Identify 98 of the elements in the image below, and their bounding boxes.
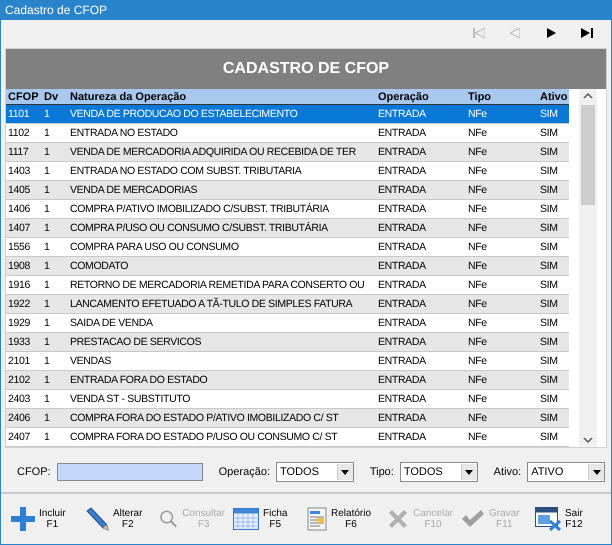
table-cell: SIM (538, 370, 569, 390)
filter-label: CFOP: (17, 466, 51, 478)
table-cell: 2406 (6, 408, 42, 428)
dropdown-arrow-icon[interactable] (592, 470, 600, 474)
table-cell: 1 (42, 142, 68, 162)
table-cell: 1407 (6, 218, 42, 238)
previous-icon (510, 28, 520, 38)
calendar-icon (233, 508, 259, 530)
pencil-icon (85, 507, 109, 531)
toolbar-button[interactable]: Incluir F1 (9, 505, 79, 533)
filter-dropdown[interactable]: ATIVO (527, 462, 605, 482)
column-header[interactable]: Tipo (466, 89, 538, 104)
table-cell: 1101 (6, 104, 42, 124)
toolbar-button[interactable]: Relatório F6 (305, 505, 375, 533)
table-cell: 1405 (6, 180, 42, 200)
scrollbar[interactable] (579, 89, 597, 447)
table-cell: ENTRADA (376, 104, 466, 124)
table-cell: NFe (466, 104, 538, 124)
table-cell: 1908 (6, 256, 42, 276)
table-cell: NFe (466, 370, 538, 390)
table-cell: 1 (42, 370, 68, 390)
last-record-icon (581, 28, 593, 38)
table-cell: 1 (42, 104, 68, 124)
table-cell: SIM (538, 428, 569, 446)
table-cell: ENTRADA (376, 428, 466, 446)
checkmark-icon (461, 509, 485, 529)
column-header[interactable]: CFOP (6, 89, 42, 104)
filter-label: Ativo: (494, 466, 522, 478)
table-cell: NFe (466, 218, 538, 238)
table-cell: NFe (466, 408, 538, 428)
table-cell: ENTRADA (376, 332, 466, 352)
table-cell: 1 (42, 294, 68, 314)
grid-title: CADASTRO DE CFOP (6, 49, 606, 89)
cross-icon (387, 508, 409, 530)
scrollbar-thumb[interactable] (581, 105, 595, 205)
column-header[interactable]: Ativo (538, 89, 569, 104)
table-cell: NFe (466, 180, 538, 200)
column-header[interactable]: Dv (42, 89, 68, 104)
table-cell: VENDA DE MERCADORIAS (68, 180, 376, 200)
filter-label: Tipo: (370, 466, 394, 478)
toolbar-button[interactable]: Ficha F5 (231, 506, 301, 532)
dropdown-arrow-icon[interactable] (465, 470, 474, 474)
table-cell: 1 (42, 180, 68, 200)
cfop-input-field[interactable] (56, 463, 203, 481)
filter-dropdown[interactable]: TODOS (400, 462, 478, 482)
first-record-icon (473, 28, 485, 38)
table-cell: ENTRADA (376, 294, 466, 314)
table-cell: 1 (42, 218, 68, 238)
table-cell: SIM (538, 180, 569, 200)
column-header[interactable]: Natureza da Operação (68, 89, 376, 104)
table-cell: 1 (42, 332, 68, 352)
table-cell: SIM (538, 256, 569, 276)
table-cell: NFe (466, 142, 538, 162)
table-cell: ENTRADA FORA DO ESTADO (68, 370, 376, 390)
table-cell: 1 (42, 408, 68, 428)
table-cell: ENTRADA (376, 180, 466, 200)
table-cell: COMODATO (68, 256, 376, 276)
table-cell: SIM (538, 142, 569, 162)
window-title: Cadastro de CFOP (5, 3, 108, 17)
table-cell: ENTRADA (376, 408, 466, 428)
table-cell: SIM (538, 332, 569, 352)
table-cell: SIM (538, 408, 569, 428)
toolbar-button[interactable]: Alterar F2 (83, 505, 153, 533)
table-cell: ENTRADA (376, 256, 466, 276)
table-cell: 1 (42, 428, 68, 446)
table-cell: 1117 (6, 142, 42, 162)
table-cell: COMPRA FORA DO ESTADO P/ATIVO IMOBILIZADO C/ ST (68, 408, 376, 428)
plus-icon (11, 507, 35, 531)
filter-dropdown[interactable]: TODOS (276, 462, 354, 482)
table-cell: NFe (466, 294, 538, 314)
table-cell: SIM (538, 104, 569, 124)
next-icon (546, 28, 556, 38)
table-cell: ENTRADA (376, 218, 466, 238)
table-cell: SIM (538, 294, 569, 314)
table-cell: NFe (466, 332, 538, 352)
toolbar-button[interactable]: Sair F12 (533, 505, 603, 533)
table-cell: VENDA DE PRODUCAO DO ESTABELECIMENTO (68, 104, 376, 124)
table-cell: 2407 (6, 428, 42, 446)
table-cell: 2102 (6, 370, 42, 390)
column-header[interactable]: Operação (376, 89, 466, 104)
table-cell: PRESTACAO DE SERVICOS (68, 332, 376, 352)
table-cell: NFe (466, 428, 538, 446)
table-cell: 1922 (6, 294, 42, 314)
table-cell: 1 (42, 256, 68, 276)
table-cell: COMPRA FORA DO ESTADO P/USO OU CONSUMO C/ ST (68, 428, 376, 446)
table-cell: COMPRA P/USO OU CONSUMO C/SUBST. TRIBUTÁRIA (68, 218, 376, 238)
exit-window-icon (535, 507, 561, 531)
table-cell: SIM (538, 218, 569, 238)
table-cell: 1933 (6, 332, 42, 352)
dropdown-arrow-icon[interactable] (341, 470, 350, 474)
filter-label: Operação: (218, 466, 270, 478)
table-cell: LANCAMENTO EFETUADO A TÃ-TULO DE SIMPLES FATURA (68, 294, 376, 314)
table-cell: ENTRADA (376, 370, 466, 390)
table-cell: VENDA DE MERCADORIA ADQUIRIDA OU RECEBIDA DE TER (68, 142, 376, 162)
search-icon (159, 509, 178, 529)
table-cell: NFe (466, 256, 538, 276)
table-cell: ENTRADA (376, 142, 466, 162)
document-icon (307, 507, 327, 531)
